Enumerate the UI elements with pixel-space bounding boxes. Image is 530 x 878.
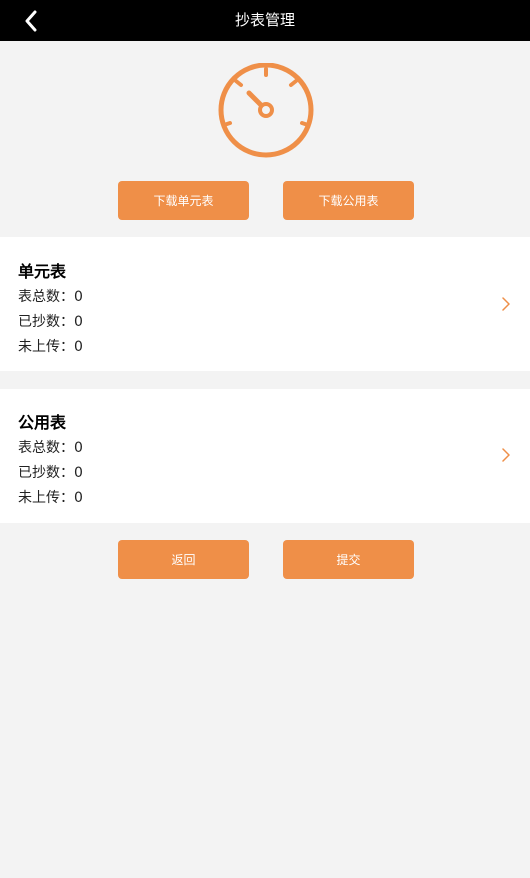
unit-meter-card[interactable]: 单元表 表总数：0 已抄数：0 未上传：0: [0, 237, 530, 371]
download-public-meter-button[interactable]: 下载公用表: [283, 181, 414, 220]
download-unit-meter-button[interactable]: 下载单元表: [118, 181, 249, 220]
public-meter-not-uploaded: 未上传：0: [18, 490, 83, 506]
unit-meter-title: 单元表: [18, 262, 67, 281]
public-meter-card[interactable]: 公用表 表总数：0 已抄数：0 未上传：0: [0, 389, 530, 523]
unit-meter-read: 已抄数：0: [18, 314, 83, 330]
chevron-right-icon: [502, 448, 510, 462]
back-button[interactable]: 返回: [118, 540, 249, 579]
public-meter-read: 已抄数：0: [18, 465, 83, 481]
chevron-right-icon: [502, 297, 510, 311]
page-title: 抄表管理: [234, 11, 295, 29]
submit-button[interactable]: 提交: [283, 540, 414, 579]
unit-meter-total: 表总数：0: [18, 289, 83, 305]
public-meter-title: 公用表: [18, 413, 67, 432]
public-meter-total: 表总数：0: [18, 440, 83, 456]
top-bar: 抄表管理: [0, 0, 530, 41]
meter-gauge-icon: [218, 63, 314, 158]
unit-meter-not-uploaded: 未上传：0: [18, 339, 83, 355]
